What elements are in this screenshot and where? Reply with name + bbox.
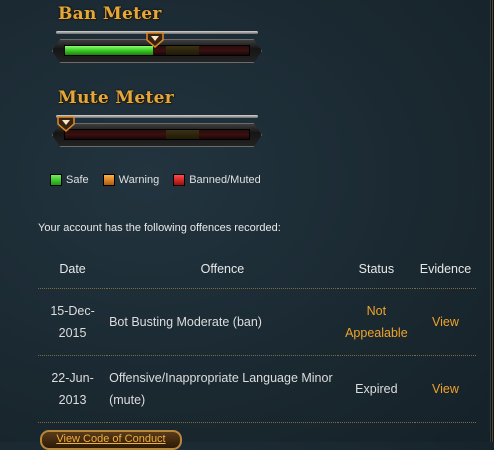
offence-status: Expired — [337, 355, 415, 423]
safe-swatch-icon — [50, 174, 62, 186]
legend-label: Safe — [66, 174, 89, 186]
right-frame-border — [490, 0, 494, 442]
view-code-of-conduct-button[interactable]: View Code of Conduct — [40, 430, 182, 450]
ban-meter-fill — [65, 46, 154, 55]
mute-meter-marker-icon — [57, 116, 75, 132]
mute-meter-track — [64, 129, 250, 140]
offence-name: Offensive/Inappropriate Language Minor (… — [107, 355, 338, 423]
offence-date: 22-Jun-2013 — [38, 355, 108, 423]
header-date: Date — [38, 250, 108, 289]
warning-zone — [166, 46, 200, 55]
ban-meter-title: Ban Meter — [58, 4, 162, 24]
warning-swatch-icon — [102, 174, 115, 186]
table-row: 22-Jun-2013 Offensive/Inappropriate Lang… — [38, 355, 476, 423]
banned-swatch-icon — [173, 174, 186, 186]
offences-intro-text: Your account has the following offences … — [38, 222, 281, 234]
header-status: Status — [337, 250, 415, 289]
warning-zone — [166, 130, 200, 139]
header-offence: Offence — [107, 250, 338, 289]
meter-legend: Safe Warning Banned/Muted — [50, 174, 261, 186]
mute-meter-title: Mute Meter — [58, 88, 175, 108]
offence-date: 15-Dec-2015 — [38, 288, 108, 356]
mute-meter — [52, 115, 262, 147]
legend-item-warning: Warning — [102, 174, 160, 186]
view-evidence-link[interactable]: View — [432, 382, 459, 396]
header-evidence: Evidence — [414, 250, 476, 289]
legend-label: Warning — [118, 174, 160, 186]
legend-item-safe: Safe — [50, 174, 89, 186]
table-header-row: Date Offence Status Evidence — [38, 250, 476, 289]
meter-rail — [56, 115, 258, 118]
legend-item-banned: Banned/Muted — [173, 174, 261, 186]
offence-name: Bot Busting Moderate (ban) — [107, 288, 338, 356]
evidence-cell: View — [414, 355, 476, 423]
ban-meter — [52, 31, 262, 63]
table-row: 15-Dec-2015 Bot Busting Moderate (ban) N… — [38, 288, 476, 356]
offences-table: Date Offence Status Evidence 15-Dec-2015… — [38, 250, 476, 423]
offence-status: Not Appealable — [337, 288, 415, 356]
ban-meter-marker-icon — [146, 32, 165, 48]
view-evidence-link[interactable]: View — [432, 315, 459, 329]
evidence-cell: View — [414, 288, 476, 356]
legend-label: Banned/Muted — [189, 174, 261, 186]
